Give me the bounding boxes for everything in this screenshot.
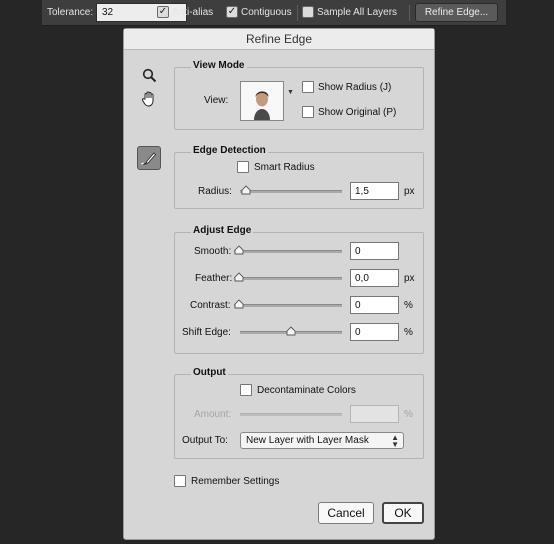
contrast-label: Contrast: bbox=[190, 300, 231, 311]
contiguous-label: Contiguous bbox=[241, 7, 292, 18]
view-label: View: bbox=[204, 95, 229, 106]
output-title: Output bbox=[191, 367, 228, 378]
slider-thumb[interactable] bbox=[234, 272, 244, 282]
stepper-arrows-icon: ▲ ▼ bbox=[391, 433, 399, 449]
cancel-button[interactable]: Cancel bbox=[318, 502, 374, 524]
slider-thumb[interactable] bbox=[234, 245, 244, 255]
toolbar-divider bbox=[297, 5, 298, 21]
output-to-select[interactable]: New Layer with Layer Mask ▲ ▼ bbox=[240, 432, 404, 449]
feather-input[interactable]: 0,0 bbox=[350, 269, 399, 287]
sample-all-layers-checkbox[interactable] bbox=[302, 6, 314, 18]
refine-radius-brush-icon[interactable] bbox=[137, 146, 161, 170]
edge-detection-title: Edge Detection bbox=[191, 145, 268, 156]
shift-edge-slider[interactable] bbox=[240, 326, 342, 336]
sample-all-layers-label: Sample All Layers bbox=[317, 7, 398, 18]
smart-radius-checkbox[interactable] bbox=[237, 161, 249, 173]
slider-thumb[interactable] bbox=[241, 185, 251, 195]
shift-edge-label: Shift Edge: bbox=[182, 327, 231, 338]
show-original-label: Show Original (P) bbox=[318, 107, 397, 118]
contrast-input[interactable]: 0 bbox=[350, 296, 399, 314]
slider-thumb[interactable] bbox=[286, 326, 296, 336]
ok-button[interactable]: OK bbox=[382, 502, 424, 524]
amount-input bbox=[350, 405, 399, 423]
contiguous-checkbox[interactable]: ✓ bbox=[226, 6, 238, 18]
tolerance-label: Tolerance: bbox=[47, 7, 94, 18]
shift-edge-unit: % bbox=[404, 327, 413, 338]
edge-detection-group: Edge Detection bbox=[174, 145, 424, 209]
amount-unit: % bbox=[404, 409, 413, 420]
radius-label: Radius: bbox=[198, 186, 232, 197]
remember-settings-label: Remember Settings bbox=[191, 476, 280, 487]
view-mode-title: View Mode bbox=[191, 60, 247, 71]
hand-icon[interactable] bbox=[141, 90, 158, 109]
show-original-checkbox[interactable] bbox=[302, 106, 314, 118]
amount-slider bbox=[240, 413, 342, 416]
feather-label: Feather: bbox=[195, 273, 233, 284]
smooth-input[interactable]: 0 bbox=[350, 242, 399, 260]
zoom-icon[interactable] bbox=[142, 68, 157, 85]
show-radius-checkbox[interactable] bbox=[302, 81, 314, 93]
radius-input[interactable]: 1,5 bbox=[350, 182, 399, 200]
smooth-label: Smooth: bbox=[194, 246, 232, 257]
contrast-slider[interactable] bbox=[234, 299, 342, 309]
decontaminate-colors-checkbox[interactable] bbox=[240, 384, 252, 396]
smooth-slider[interactable] bbox=[234, 245, 342, 255]
radius-slider[interactable] bbox=[240, 185, 342, 195]
feather-slider[interactable] bbox=[234, 272, 342, 282]
dialog-title: Refine Edge bbox=[124, 29, 434, 50]
smart-radius-label: Smart Radius bbox=[254, 162, 315, 173]
output-to-label: Output To: bbox=[182, 435, 228, 446]
remember-settings-checkbox[interactable] bbox=[174, 475, 186, 487]
options-bar: Tolerance: 32 ✓ Anti-alias ✓ Contiguous … bbox=[42, 0, 506, 26]
refine-edge-dialog: Refine Edge View Mode View: ▼ Show Radiu… bbox=[123, 28, 435, 540]
view-thumbnail-dropdown[interactable] bbox=[240, 81, 284, 121]
adjust-edge-title: Adjust Edge bbox=[191, 225, 254, 236]
output-to-value: New Layer with Layer Mask bbox=[246, 435, 369, 446]
shift-edge-input[interactable]: 0 bbox=[350, 323, 399, 341]
contrast-unit: % bbox=[404, 300, 413, 311]
show-radius-label: Show Radius (J) bbox=[318, 82, 392, 93]
toolbar-divider bbox=[409, 5, 410, 21]
decontaminate-colors-label: Decontaminate Colors bbox=[257, 385, 356, 396]
refine-edge-button[interactable]: Refine Edge... bbox=[415, 3, 498, 22]
feather-unit: px bbox=[404, 273, 415, 284]
amount-label: Amount: bbox=[194, 409, 232, 420]
anti-alias-checkbox[interactable]: ✓ bbox=[157, 6, 169, 18]
chevron-down-icon[interactable]: ▼ bbox=[287, 89, 294, 96]
anti-alias-label: Anti-alias bbox=[172, 7, 214, 18]
slider-thumb[interactable] bbox=[234, 299, 244, 309]
radius-unit: px bbox=[404, 186, 415, 197]
